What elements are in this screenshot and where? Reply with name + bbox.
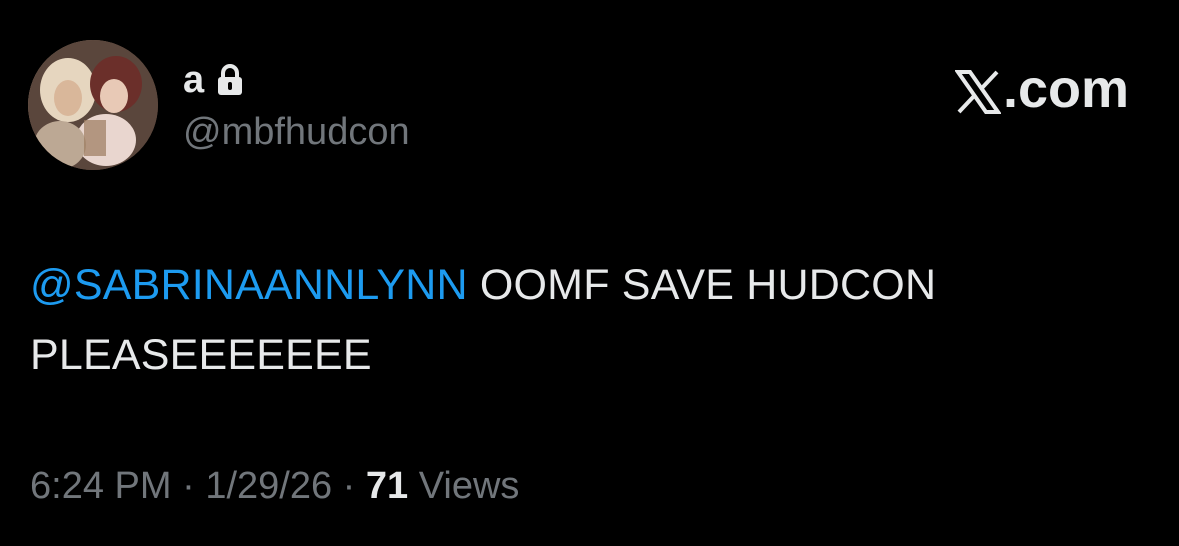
x-logo-icon [954,66,1002,114]
views-label: Views [408,465,520,507]
tweet-meta: 6:24 PM · 1/29/26 · 71 Views [30,462,519,510]
tweet-date[interactable]: 1/29/26 [205,465,332,507]
views-count[interactable]: 71 [366,465,408,507]
meta-separator: · [171,465,206,507]
tweet-text: @SABRINAANNLYNN OOMF SAVE HUDCON PLEASEE… [30,250,1140,390]
site-label-text: .com [1002,59,1129,119]
display-name-row[interactable]: a [183,60,244,100]
avatar[interactable] [28,40,158,170]
tweet-time[interactable]: 6:24 PM [30,465,172,507]
user-handle[interactable]: @mbfhudcon [183,110,410,154]
display-name[interactable]: a [183,60,204,100]
lock-icon [216,63,244,97]
profile-photo [28,40,158,170]
meta-separator: · [332,465,366,507]
site-label: .com [954,58,1129,120]
mention-link[interactable]: @SABRINAANNLYNN [30,261,468,309]
